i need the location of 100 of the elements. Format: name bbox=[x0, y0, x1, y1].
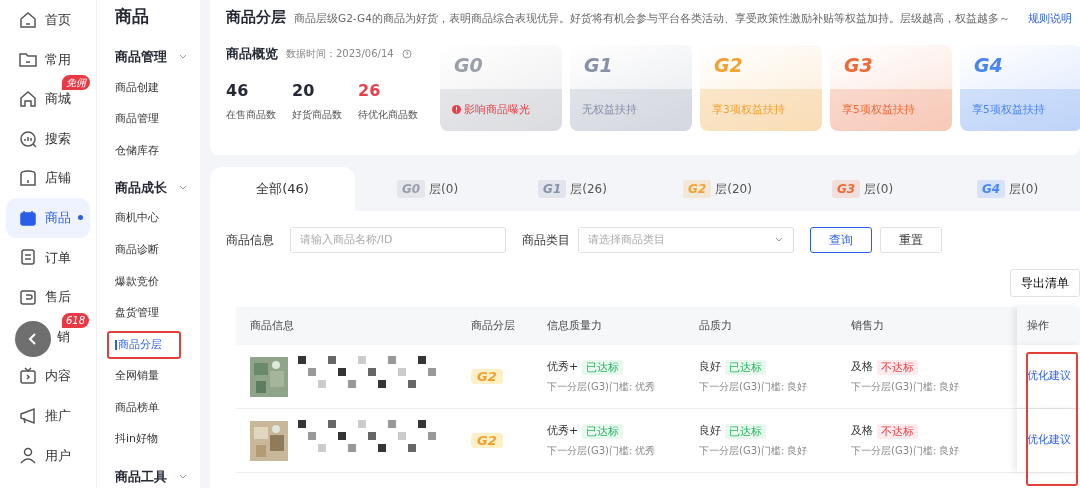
collapse-button[interactable] bbox=[15, 321, 51, 357]
submenu-item[interactable]: 商机中心 bbox=[115, 202, 200, 235]
stat-value: 46 bbox=[226, 80, 250, 103]
column-header: 商品分层 bbox=[471, 317, 516, 334]
home-icon bbox=[18, 9, 38, 30]
tier-tab[interactable]: G4 层(0) bbox=[935, 167, 1080, 211]
column-header: 操作 bbox=[1017, 307, 1080, 345]
nav-item[interactable]: 推广 bbox=[6, 395, 90, 436]
submenu-item[interactable]: 全网销量 bbox=[115, 360, 200, 393]
house-icon bbox=[18, 89, 38, 109]
status-tag: 已达标 bbox=[725, 359, 766, 376]
data-time: 数据时间：2023/06/14 bbox=[286, 47, 394, 62]
tier-benefit: 享5项权益扶持 bbox=[972, 101, 1045, 117]
nav-label: 内容 bbox=[45, 367, 71, 386]
tier-tab[interactable]: G1 层(26) bbox=[500, 167, 645, 211]
nav-label: 售后 bbox=[45, 288, 71, 307]
optimize-link[interactable]: 优化建议 bbox=[1027, 432, 1071, 449]
overview-title: 商品概览 bbox=[226, 44, 278, 63]
stat-value: 20 bbox=[292, 80, 316, 103]
submenu-group[interactable]: 商品成长 bbox=[115, 172, 200, 203]
active-dot bbox=[78, 215, 83, 221]
column-header: 信息质量力 bbox=[547, 317, 603, 334]
tier-badge: G2 bbox=[471, 368, 503, 384]
nav-label: 推广 bbox=[45, 407, 71, 425]
tier-tab[interactable]: G2 层(20) bbox=[645, 167, 790, 211]
page-title: 商品分层 bbox=[226, 7, 286, 28]
tier-name: G0 bbox=[454, 52, 483, 78]
submenu-group[interactable]: 商品管理 bbox=[115, 42, 200, 72]
export-button[interactable]: 导出清单 bbox=[1010, 269, 1080, 297]
nav-item[interactable]: 商品 bbox=[6, 197, 90, 238]
status-tag: 不达标 bbox=[877, 359, 918, 376]
submenu-item[interactable]: 抖in好物 bbox=[115, 423, 200, 456]
threshold-text: 下一分层(G3)门槛: 良好 bbox=[699, 443, 809, 458]
submenu-item[interactable]: 仓储库存 bbox=[115, 135, 200, 167]
stat-label: 好货商品数 bbox=[292, 108, 342, 123]
nav-item[interactable]: 搜索 bbox=[6, 118, 90, 159]
threshold-text: 下一分层(G3)门槛: 良好 bbox=[851, 379, 961, 394]
stat-value: 26 bbox=[358, 80, 382, 103]
rules-link[interactable]: 规则说明 bbox=[1028, 11, 1072, 28]
tier-tab[interactable]: G0 层(0) bbox=[355, 167, 500, 211]
stat-label: 待优化商品数 bbox=[358, 108, 418, 123]
nav-badge: 免佣 bbox=[62, 75, 90, 91]
nav-label: 首页 bbox=[45, 11, 71, 30]
submenu-item[interactable]: 商品分层 bbox=[115, 329, 200, 361]
optimize-link[interactable]: 优化建议 bbox=[1027, 368, 1071, 385]
nav-label: 商品 bbox=[45, 209, 71, 227]
nav-badge: 618 bbox=[62, 312, 90, 328]
nav-item[interactable]: 用户 bbox=[6, 435, 90, 476]
submenu-item[interactable]: 商品诊断 bbox=[115, 234, 200, 266]
metric-grade: 良好 bbox=[699, 359, 721, 376]
threshold-text: 下一分层(G3)门槛: 良好 bbox=[699, 379, 809, 394]
tier-name: G2 bbox=[714, 52, 743, 78]
nav-label: 搜索 bbox=[45, 129, 71, 148]
nav-label: 订单 bbox=[45, 248, 71, 267]
reset-button[interactable]: 重置 bbox=[880, 227, 942, 253]
submenu-item[interactable]: 商品榜单 bbox=[115, 392, 200, 424]
nav-item[interactable]: 订单 bbox=[6, 237, 90, 278]
nav-item[interactable]: 内容 bbox=[6, 356, 90, 396]
search-icon bbox=[18, 128, 38, 149]
filter-label: 商品类目 bbox=[522, 232, 570, 249]
stat-label: 在售商品数 bbox=[226, 108, 276, 123]
shop-icon bbox=[18, 168, 38, 189]
megaphone-icon bbox=[18, 405, 38, 426]
query-button[interactable]: 查询 bbox=[810, 227, 872, 253]
submenu-item[interactable]: 商品创建 bbox=[115, 72, 200, 104]
nav-label: 销 bbox=[57, 327, 70, 346]
nav-label: 用户 bbox=[45, 446, 71, 465]
document-icon bbox=[18, 247, 38, 268]
column-header: 品质力 bbox=[699, 317, 733, 334]
threshold-text: 下一分层(G3)门槛: 良好 bbox=[851, 443, 961, 458]
tier-badge: G2 bbox=[471, 432, 503, 448]
nav-item[interactable]: 首页 bbox=[6, 0, 90, 40]
submenu-item[interactable]: 盘货管理 bbox=[115, 297, 200, 330]
tv-icon bbox=[18, 366, 38, 387]
filter-label: 商品信息 bbox=[226, 232, 274, 249]
threshold-text: 下一分层(G3)门槛: 优秀 bbox=[547, 443, 657, 458]
tier-name: G3 bbox=[844, 52, 873, 78]
nav-label: 店铺 bbox=[45, 169, 71, 188]
help-icon[interactable] bbox=[401, 48, 412, 59]
metric-grade: 及格 bbox=[851, 359, 873, 376]
nav-item[interactable]: 店铺 bbox=[6, 158, 90, 198]
page-description: 商品层级G2-G4的商品为好货，表明商品综合表现优异。好货将有机会参与平台各类活动、享受政策性激励补贴等权益加持。层级越高，权益越多～ bbox=[294, 11, 1011, 26]
metric-grade: 良好 bbox=[699, 423, 721, 440]
status-tag: 已达标 bbox=[582, 359, 624, 376]
tier-tab[interactable]: G3 层(0) bbox=[790, 167, 935, 211]
tier-benefit: 无权益扶持 bbox=[582, 101, 637, 117]
tier-benefit: 享3项权益扶持 bbox=[712, 101, 785, 117]
tier-name: G1 bbox=[584, 52, 613, 78]
tier-name: G4 bbox=[974, 52, 1003, 78]
column-header: 销售力 bbox=[851, 317, 885, 334]
tier-tab[interactable]: 全部(46) bbox=[210, 167, 355, 211]
status-tag: 不达标 bbox=[877, 423, 918, 440]
column-header: 商品信息 bbox=[249, 317, 295, 334]
submenu-title: 商品 bbox=[115, 5, 150, 28]
metric-grade: 优秀+ bbox=[547, 359, 579, 376]
submenu-item[interactable]: 商品管理 bbox=[115, 103, 200, 136]
submenu-item[interactable]: 爆款竞价 bbox=[115, 265, 200, 298]
nav-label: 常用 bbox=[45, 50, 71, 69]
threshold-text: 下一分层(G3)门槛: 优秀 bbox=[547, 379, 657, 394]
submenu-group[interactable]: 商品工具 bbox=[115, 461, 200, 488]
